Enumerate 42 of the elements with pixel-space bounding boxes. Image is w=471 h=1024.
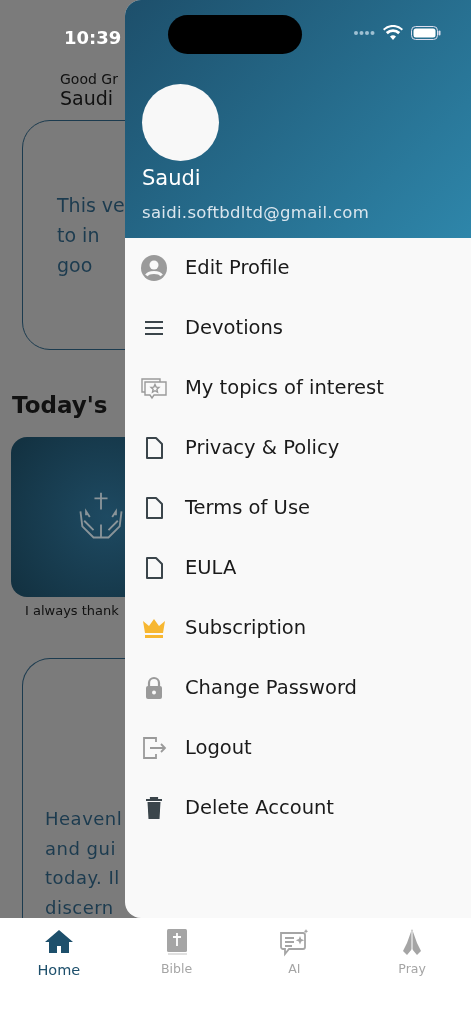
drawer-menu-item[interactable]: Change Password bbox=[125, 658, 471, 718]
menu-item-label: Logout bbox=[185, 735, 252, 762]
menu-item-label: Edit Profile bbox=[185, 255, 290, 282]
tab-bar-item[interactable]: Home bbox=[0, 926, 118, 984]
drawer-menu-item[interactable]: Privacy & Policy bbox=[125, 418, 471, 478]
drawer-menu-item[interactable]: Delete Account bbox=[125, 778, 471, 838]
drawer-menu-item[interactable]: Logout bbox=[125, 718, 471, 778]
verse-text-line: to in bbox=[57, 223, 101, 249]
profile-name: Saudi bbox=[142, 165, 202, 192]
menu-item-label: EULA bbox=[185, 555, 237, 582]
user-name: Saudi bbox=[60, 87, 115, 111]
profile-email: saidi.softbdltd@gmail.com bbox=[142, 201, 371, 224]
battery-icon bbox=[411, 25, 441, 40]
drawer-menu-item[interactable]: My topics of interest bbox=[125, 358, 471, 418]
drawer-menu-item[interactable]: Terms of Use bbox=[125, 478, 471, 538]
devotion-caption: I always thank bbox=[25, 601, 120, 620]
prayer-text-line: today. Il bbox=[45, 866, 121, 891]
section-title: Today's bbox=[12, 391, 109, 421]
signal-icon bbox=[353, 29, 375, 36]
drawer-menu-item[interactable]: Devotions bbox=[125, 298, 471, 358]
wifi-icon bbox=[383, 25, 403, 40]
menu-item-label: Subscription bbox=[185, 615, 307, 642]
drawer-menu-item[interactable]: Edit Profile bbox=[125, 238, 471, 298]
menu-item-label: Change Password bbox=[185, 675, 357, 702]
menu-item-label: My topics of interest bbox=[185, 375, 384, 402]
verse-text-line: goo bbox=[57, 253, 94, 279]
menu-item-label: Terms of Use bbox=[185, 495, 311, 522]
profile-icon bbox=[141, 255, 167, 281]
prayer-text-line: Heavenl bbox=[45, 807, 124, 832]
prayer-text-line: discern bbox=[45, 895, 115, 918]
star-chat-icon bbox=[141, 375, 167, 401]
drawer-menu-item[interactable]: Subscription bbox=[125, 598, 471, 658]
greeting-text: Good Gr bbox=[60, 72, 119, 88]
menu-item-label: Delete Account bbox=[185, 795, 334, 822]
verse-text-line: This ve bbox=[57, 193, 125, 219]
menu-item-label: Devotions bbox=[185, 315, 283, 342]
logout-icon bbox=[141, 735, 167, 761]
devotion-card[interactable] bbox=[11, 436, 125, 597]
menu-item-label: Privacy & Policy bbox=[185, 435, 340, 462]
status-time: 10:39 bbox=[63, 26, 123, 50]
drawer-menu-item[interactable]: EULA bbox=[125, 538, 471, 598]
prayer-text-line: and gui bbox=[45, 836, 117, 861]
